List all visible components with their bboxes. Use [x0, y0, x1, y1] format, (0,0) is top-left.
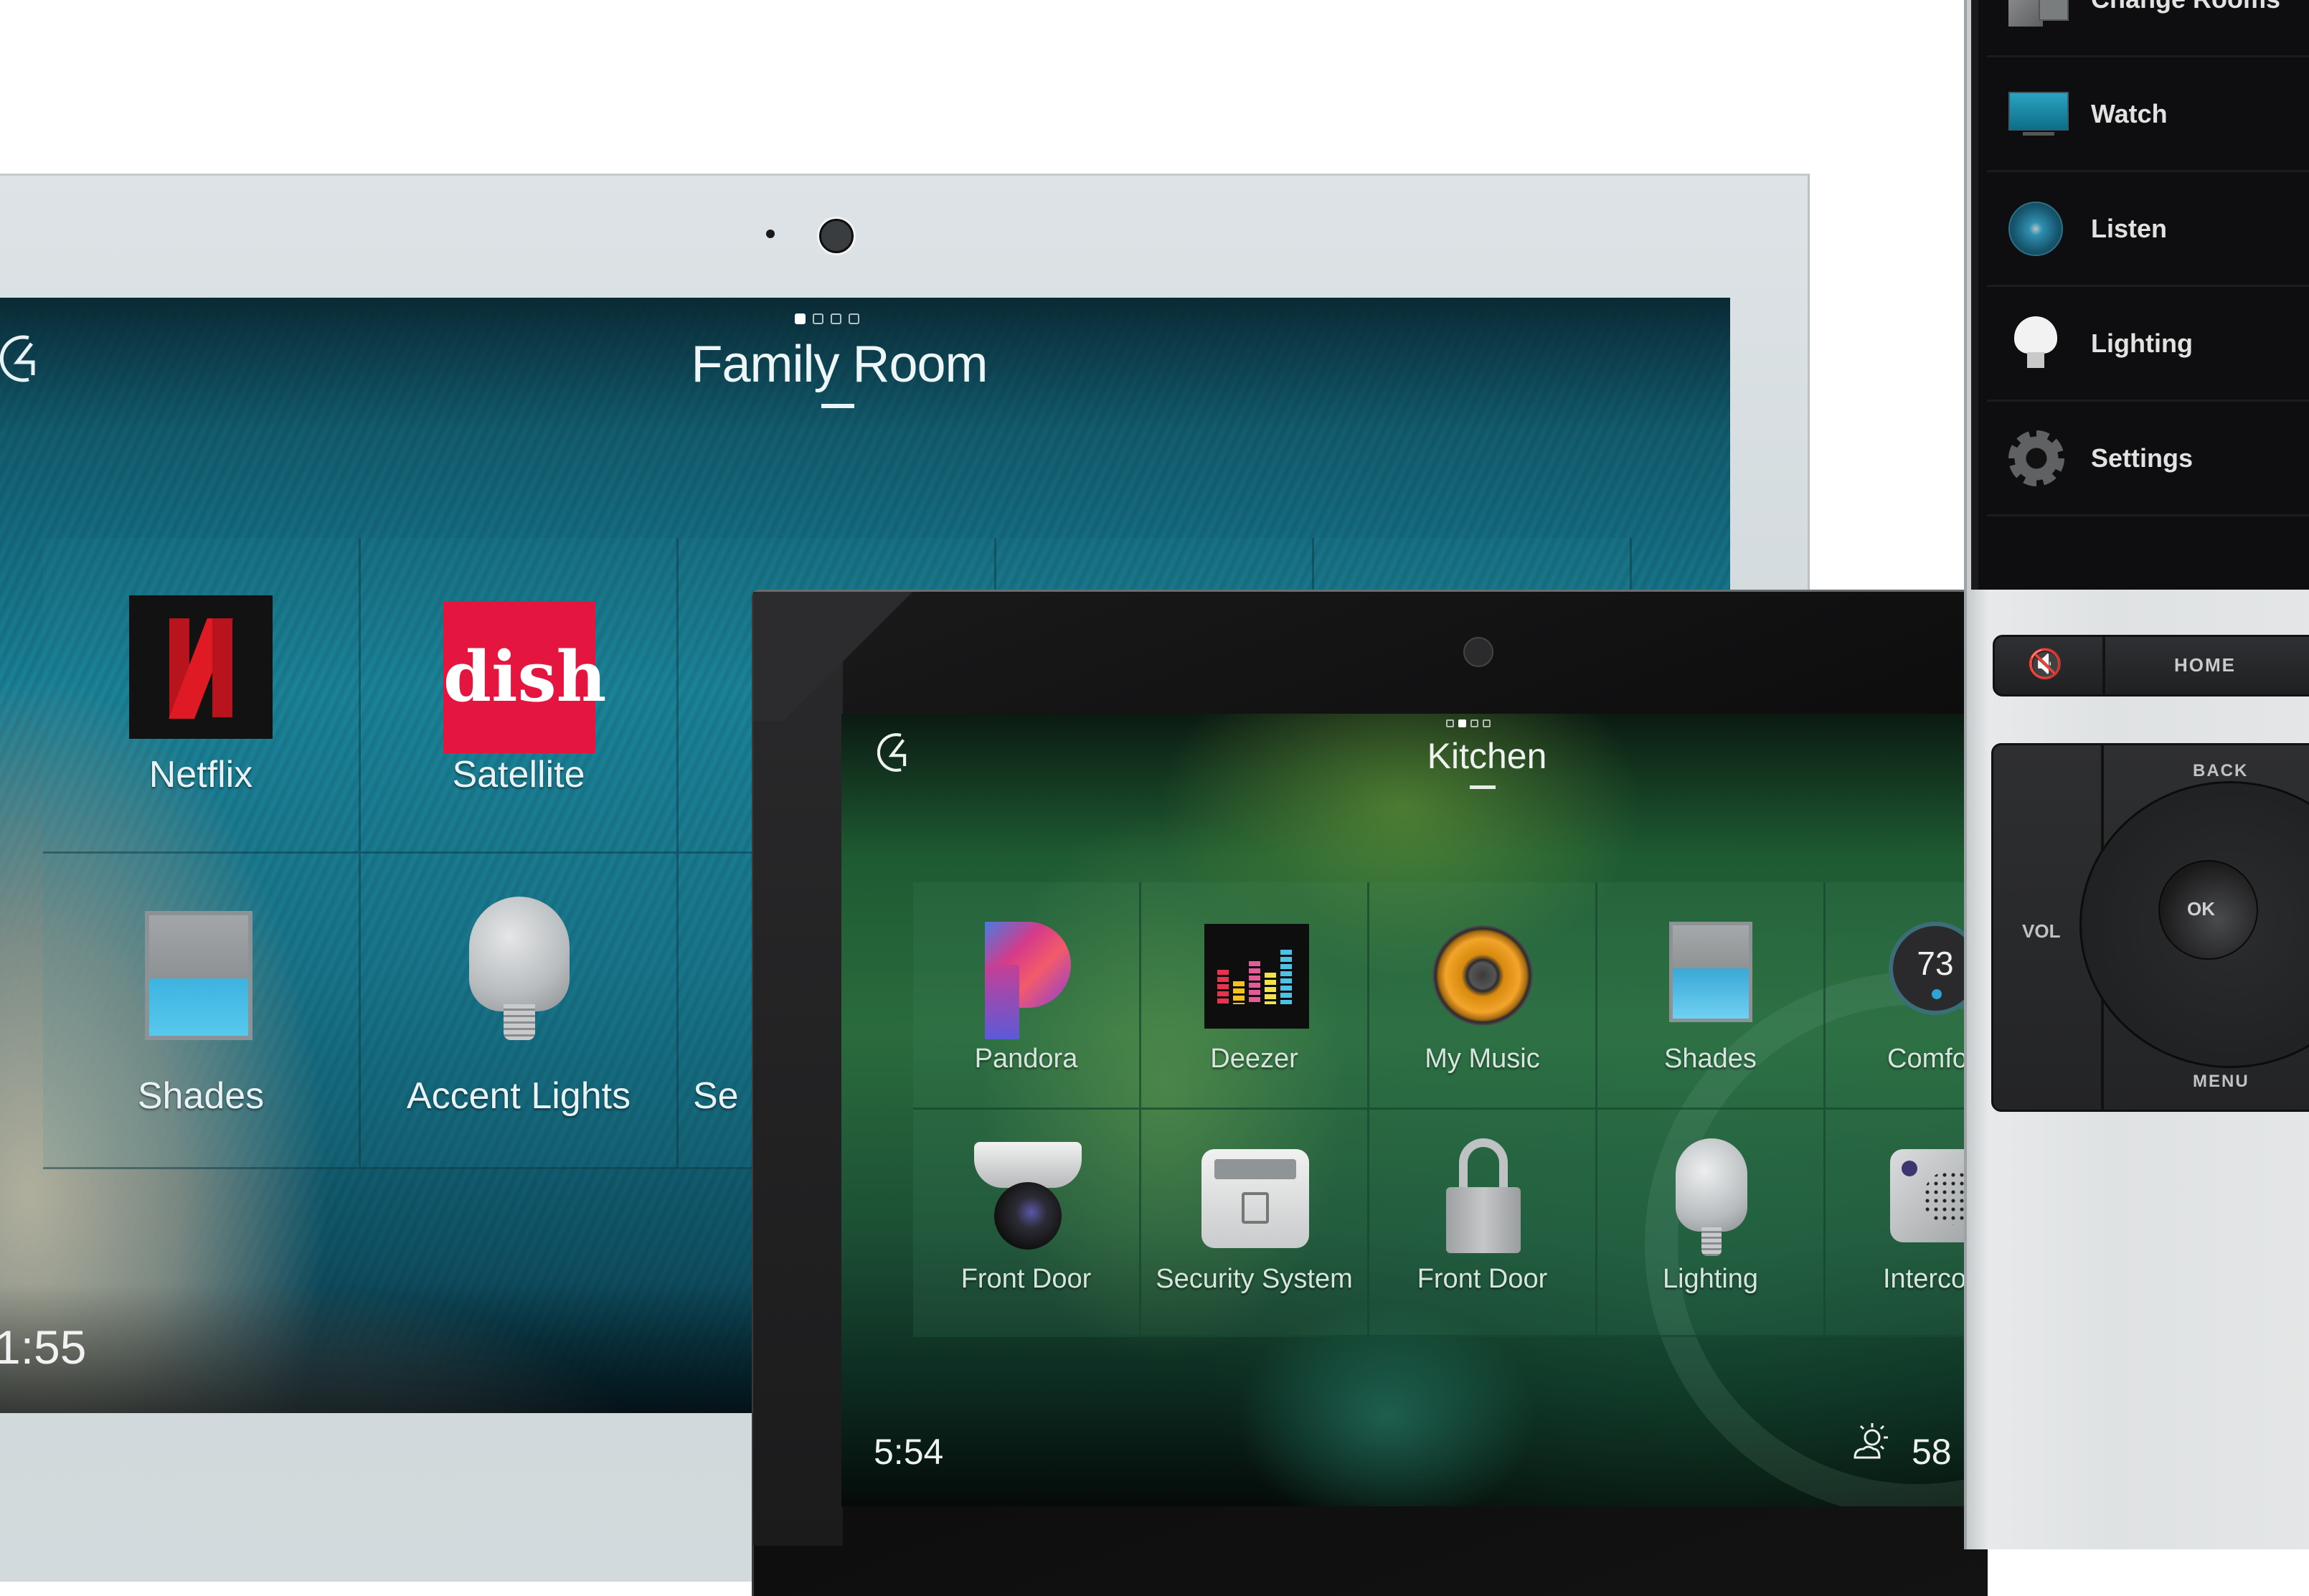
tile-label: Security System: [1156, 1264, 1353, 1294]
menu-label: Listen: [2091, 213, 2168, 243]
light-bulb-icon: [2014, 316, 2057, 371]
tile-label: Satellite: [452, 754, 585, 795]
weather-temperature: 58: [1912, 1432, 1952, 1472]
padlock-icon: [1446, 1138, 1521, 1253]
tile-my-music[interactable]: My Music: [1369, 882, 1597, 1110]
tv-icon: [2008, 91, 2069, 136]
back-button[interactable]: BACK: [2193, 761, 2248, 781]
divider: [2102, 637, 2105, 694]
tile-label: Interco: [1883, 1264, 1965, 1294]
control4-logo-icon[interactable]: [0, 334, 50, 384]
remote-menu-settings[interactable]: Settings: [1987, 402, 2309, 516]
tile-label: Shades: [1664, 1044, 1757, 1074]
page-indicator: [795, 313, 859, 324]
tile-front-door-lock[interactable]: Front Door: [1369, 1110, 1597, 1337]
page-dot[interactable]: [831, 313, 841, 324]
change-rooms-icon: [2008, 0, 2069, 28]
bezel-side: [753, 592, 843, 1546]
gear-icon: [2008, 430, 2064, 486]
dish-icon: dish: [443, 601, 606, 753]
tile-lighting[interactable]: Lighting: [1597, 1110, 1826, 1337]
remote-screen: Change Rooms Watch Listen Lighting Setti…: [1971, 0, 2309, 590]
remote-menu-listen[interactable]: Listen: [1987, 172, 2309, 287]
camera-lens-icon: [819, 219, 854, 253]
camera-lens-icon: [1463, 637, 1493, 667]
security-camera-icon: [974, 1142, 1082, 1264]
security-panel-icon: [1201, 1149, 1309, 1248]
thermostat-icon: 73: [1889, 922, 1965, 1015]
tile-label: Deezer: [1210, 1044, 1298, 1074]
page-dot[interactable]: [1483, 719, 1491, 727]
speaker-icon: [2008, 201, 2063, 256]
partly-sunny-icon[interactable]: [1849, 1420, 1892, 1463]
tile-label: Accent Lights: [406, 1075, 631, 1117]
mute-button[interactable]: 🔇: [2027, 647, 2063, 681]
remote-menu-change-rooms[interactable]: Change Rooms: [1987, 0, 2309, 57]
tile-security-system[interactable]: Security System: [1141, 1110, 1369, 1337]
home-button[interactable]: HOME: [2174, 654, 2236, 676]
kitchen-screen: Kitchen Pandora Deezer My Music Shades 7…: [841, 714, 1965, 1506]
tile-shades[interactable]: Shades: [43, 854, 361, 1169]
page-dot[interactable]: [1446, 719, 1454, 727]
microphone-icon: [766, 230, 775, 238]
tile-label: Front Door: [1417, 1264, 1548, 1294]
tile-label: Shades: [137, 1075, 265, 1117]
tile-shades[interactable]: Shades: [1597, 882, 1826, 1110]
deezer-icon: [1204, 924, 1309, 1029]
tile-label: My Music: [1425, 1044, 1540, 1074]
remote-home-bar: 🔇 HOME: [1993, 635, 2309, 697]
ok-label: OK: [2187, 898, 2215, 920]
shades-icon: [1669, 922, 1752, 1022]
remote-menu-lighting[interactable]: Lighting: [1987, 287, 2309, 402]
menu-label: Change Rooms: [2091, 0, 2280, 14]
tile-netflix[interactable]: Netflix: [43, 538, 361, 854]
tile-label: Front Door: [960, 1264, 1092, 1294]
tile-deezer[interactable]: Deezer: [1141, 882, 1369, 1110]
menu-button[interactable]: MENU: [2193, 1072, 2249, 1092]
menu-label: Lighting: [2091, 328, 2193, 358]
intercom-icon: [1890, 1149, 1965, 1242]
bezel-corner: [753, 592, 940, 721]
menu-label: Settings: [2091, 443, 2194, 473]
shades-icon: [145, 911, 252, 1040]
page-dot[interactable]: [1458, 719, 1466, 727]
tile-label: Comfo: [1887, 1044, 1965, 1074]
tile-label: Pandora: [974, 1044, 1078, 1074]
page-dot[interactable]: [795, 313, 806, 324]
page-dot[interactable]: [849, 313, 859, 324]
page-dot[interactable]: [813, 313, 823, 324]
menu-label: Watch: [2091, 98, 2168, 128]
clock-time: 5:54: [874, 1432, 944, 1472]
speaker-icon: [1432, 925, 1533, 1026]
tile-front-door-camera[interactable]: Front Door: [913, 1110, 1141, 1337]
tile-satellite[interactable]: dish Satellite: [361, 538, 679, 854]
page-dot[interactable]: [1470, 719, 1478, 727]
thermostat-value: 73: [1917, 945, 1954, 982]
volume-button[interactable]: VOL: [2022, 920, 2060, 943]
room-title-underline: [821, 404, 854, 408]
tile-comfort[interactable]: 73 Comfo: [1826, 882, 1965, 1110]
tile-label: Lighting: [1662, 1264, 1759, 1294]
remote-dpad: VOL BACK OK MENU: [1991, 743, 2309, 1112]
control4-logo-icon[interactable]: [877, 732, 919, 773]
clock-time: 1:55: [0, 1321, 87, 1374]
remote-menu-watch[interactable]: Watch: [1987, 57, 2309, 172]
room-title[interactable]: Family Room: [646, 335, 1033, 394]
kitchen-tile-grid: Pandora Deezer My Music Shades 73 Comfo: [913, 882, 1965, 1337]
room-title[interactable]: Kitchen: [1344, 735, 1630, 777]
tile-intercom[interactable]: Interco: [1826, 1110, 1965, 1337]
netflix-icon: [129, 595, 273, 739]
pandora-icon: [985, 922, 1071, 1039]
page-indicator: [1446, 719, 1491, 727]
room-title-underline: [1470, 785, 1496, 789]
tile-label: Netflix: [148, 754, 253, 795]
tile-pandora[interactable]: Pandora: [913, 882, 1141, 1110]
tile-accent-lights[interactable]: Accent Lights: [361, 854, 679, 1169]
